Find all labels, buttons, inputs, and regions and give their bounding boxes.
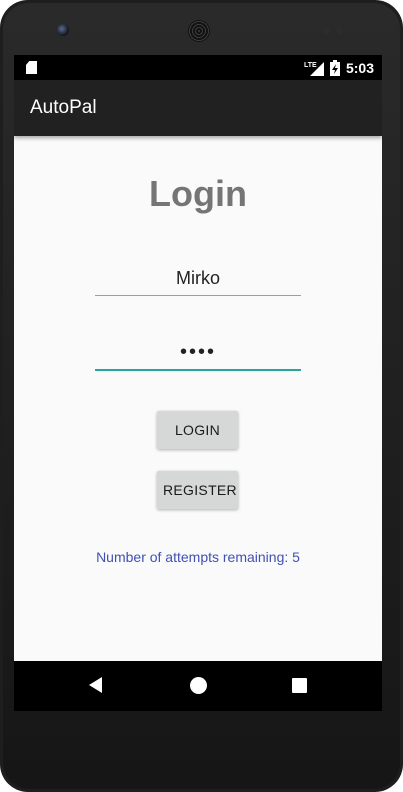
status-indicators: LTE 5:03 [304,55,374,80]
status-bar: LTE 5:03 [14,55,382,80]
back-icon[interactable] [89,677,102,693]
home-icon[interactable] [190,677,207,694]
username-input[interactable] [95,261,301,296]
login-button[interactable]: LOGIN [157,411,238,449]
status-time: 5:03 [345,59,374,76]
front-camera [57,24,69,36]
navigation-bar [14,661,382,711]
app-title: AutoPal [30,97,97,118]
login-heading: Login [149,173,247,214]
sd-card-icon [26,61,37,74]
password-input[interactable] [95,335,301,371]
screen: LTE 5:03 AutoPal Login LOGIN REGISTER Nu… [14,55,382,711]
phone-frame: LTE 5:03 AutoPal Login LOGIN REGISTER Nu… [0,0,403,792]
recents-icon[interactable] [292,678,307,693]
register-button[interactable]: REGISTER [157,471,238,509]
app-bar: AutoPal [14,80,382,136]
proximity-sensor [323,27,330,34]
lte-signal-icon: LTE [304,61,324,76]
earpiece-speaker [188,20,210,42]
battery-charging-icon [329,59,340,76]
light-sensor [336,27,343,34]
svg-text:LTE: LTE [304,62,317,69]
attempts-remaining-text: Number of attempts remaining: 5 [96,549,300,565]
